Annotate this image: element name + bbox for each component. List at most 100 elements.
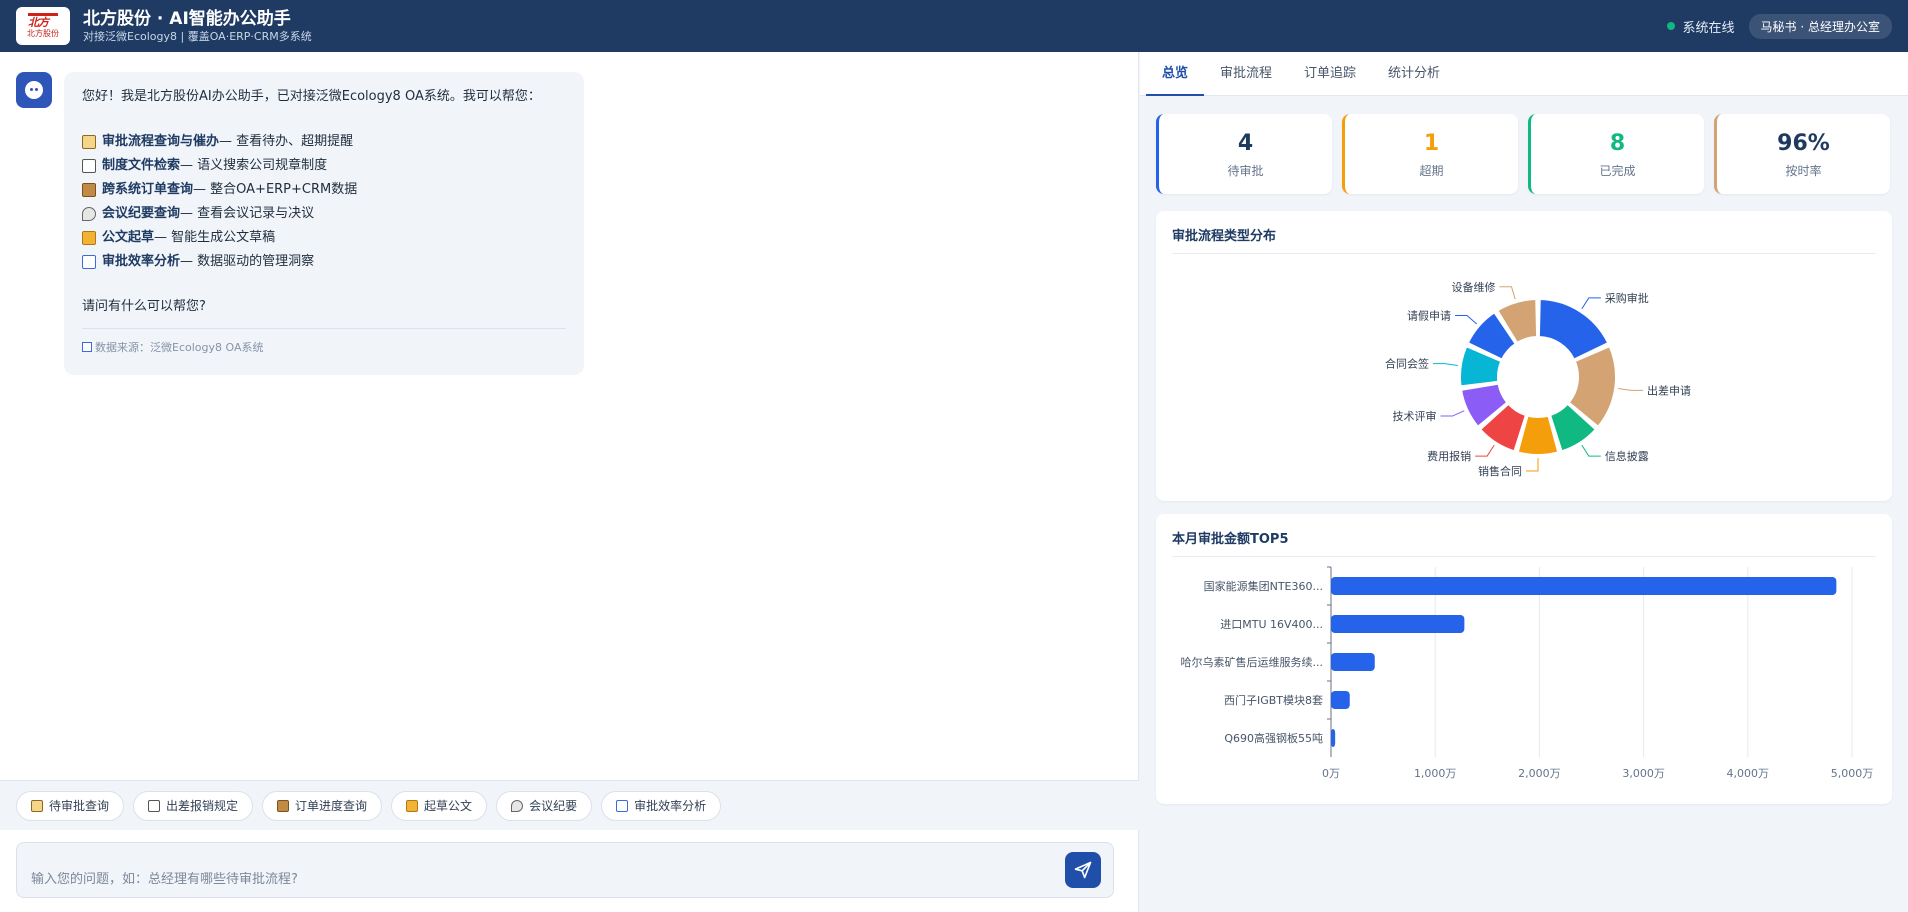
robot-icon — [25, 81, 43, 99]
feature-item: 制度文件检索 — 语义搜索公司规章制度 — [82, 154, 566, 178]
feature-item: 审批流程查询与催办 — 查看待办、超期提醒 — [82, 130, 566, 154]
app-subtitle: 对接泛微Ecology8 | 覆盖OA·ERP·CRM多系统 — [83, 30, 312, 43]
donut-label-line — [1499, 286, 1516, 300]
package-icon — [277, 799, 290, 812]
y-category-label: 西门子IGBT模块8套 — [1224, 693, 1323, 707]
donut-slice-label: 合同会签 — [1385, 357, 1429, 371]
stat-value: 96% — [1777, 130, 1830, 156]
chat-input[interactable] — [31, 871, 1065, 887]
quick-action-button[interactable]: 待审批查询 — [16, 790, 125, 821]
quick-actions-bar: 待审批查询 出差报销规定 订单进度查询 起草公文 会议纪要 审批效率分析 — [0, 780, 1139, 830]
donut-label-line — [1454, 314, 1478, 325]
x-tick-label: 2,000万 — [1518, 767, 1561, 780]
donut-slice-label: 信息披露 — [1605, 449, 1649, 463]
quick-action-label: 审批效率分析 — [634, 799, 707, 813]
feature-desc: — 整合OA+ERP+CRM数据 — [193, 182, 358, 197]
dashboard-panel: 总览 审批流程 订单追踪 统计分析 4 待审批 1 超期 8 已完成 96% 按时率 审批流程类型分… — [1140, 52, 1908, 912]
donut-label-line — [1475, 444, 1495, 457]
y-category-label: 哈尔乌素矿售后运维服务续... — [1181, 655, 1324, 669]
quick-action-label: 会议纪要 — [529, 799, 578, 813]
feature-title: 会议纪要查询 — [102, 206, 181, 221]
donut-chart-title: 审批流程类型分布 — [1172, 211, 1876, 254]
status-dot-icon — [1666, 22, 1675, 30]
tab-item[interactable]: 统计分析 — [1372, 52, 1456, 96]
chat-area: 您好！我是北方股份AI办公助手，已对接泛微Ecology8 OA系统。我可以帮您… — [0, 52, 1139, 912]
bar[interactable] — [1331, 653, 1375, 671]
feature-item: 会议纪要查询 — 查看会议记录与决议 — [82, 202, 566, 226]
quick-action-button[interactable]: 订单进度查询 — [262, 790, 383, 821]
clipboard-icon — [31, 799, 43, 812]
x-tick-label: 0万 — [1322, 767, 1340, 780]
feature-title: 审批效率分析 — [102, 254, 181, 269]
x-tick-label: 3,000万 — [1622, 767, 1665, 780]
quick-action-label: 待审批查询 — [49, 799, 110, 813]
donut-slice-label: 费用报销 — [1427, 449, 1471, 463]
package-icon — [82, 183, 96, 197]
bot-avatar — [16, 72, 52, 108]
feature-title: 审批流程查询与催办 — [102, 134, 220, 149]
stat-label: 超期 — [1419, 163, 1444, 178]
donut-slice-label: 出差申请 — [1647, 383, 1691, 397]
chat-input-box — [16, 842, 1114, 898]
quick-action-button[interactable]: 出差报销规定 — [133, 790, 254, 821]
send-icon — [1074, 861, 1092, 879]
tab-item[interactable]: 审批流程 — [1204, 52, 1288, 96]
donut-chart: 采购审批出差申请信息披露销售合同费用报销 技术评审 合同会签 请假申请设备维修 — [1385, 280, 1691, 478]
bar-chart-icon — [82, 342, 92, 352]
feature-list: 审批流程查询与催办 — 查看待办、超期提醒 制度文件检索 — 语义搜索公司规章制度… — [82, 130, 566, 274]
top5-amount-card: 本月审批金额TOP5 0万 1,000万 2,000万 3,000万 4,000万 5,0… — [1156, 514, 1892, 804]
donut-label-line — [1440, 410, 1465, 417]
bar[interactable] — [1331, 615, 1465, 633]
pen-icon — [406, 799, 419, 812]
user-badge[interactable]: 马秘书 · 总经理办公室 — [1748, 13, 1892, 39]
data-source: 数据来源：泛微Ecology8 OA系统 — [82, 328, 566, 355]
stat-label: 待审批 — [1227, 163, 1264, 178]
stat-value: 4 — [1237, 130, 1254, 156]
quick-action-button[interactable]: 审批效率分析 — [601, 790, 722, 821]
bar[interactable] — [1331, 729, 1336, 747]
pushpin-icon — [82, 207, 96, 221]
tab-item[interactable]: 总览 — [1146, 52, 1205, 96]
y-category-label: 国家能源集团NTE360... — [1204, 579, 1323, 593]
pushpin-icon — [511, 799, 524, 812]
quick-action-button[interactable]: 起草公文 — [391, 790, 488, 821]
feature-item: 公文起草 — 智能生成公文草稿 — [82, 226, 566, 250]
donut-slice-label: 采购审批 — [1605, 291, 1649, 305]
status-text: 系统在线 — [1682, 20, 1735, 36]
feature-desc: — 智能生成公文草稿 — [154, 230, 276, 245]
app-header: 北方 北方股份 北方股份 · AI智能办公助手 对接泛微Ecology8 | 覆… — [0, 0, 1908, 52]
y-category-label: 进口MTU 16V400... — [1220, 618, 1323, 631]
header-right: 系统在线 马秘书 · 总经理办公室 — [1666, 13, 1892, 39]
bar[interactable] — [1331, 691, 1350, 709]
bar-chart-title: 本月审批金额TOP5 — [1172, 514, 1876, 557]
feature-title: 制度文件检索 — [102, 158, 181, 173]
quick-action-button[interactable]: 会议纪要 — [496, 790, 593, 821]
logo-mark: 北方 — [28, 13, 58, 29]
bar[interactable] — [1331, 577, 1837, 595]
bar-chart-icon — [616, 799, 629, 812]
stat-value: 8 — [1609, 130, 1626, 156]
document-icon — [148, 799, 161, 812]
greeting-text: 您好！我是北方股份AI办公助手，已对接泛微Ecology8 OA系统。我可以帮您… — [82, 89, 541, 104]
feature-desc: — 查看待办、超期提醒 — [219, 134, 354, 149]
type-distribution-card: 审批流程类型分布 采购审批 出差申请 信息披露 销售合同 费用报销 技术评审 合同会签 请假申… — [1156, 211, 1892, 501]
app-title: 北方股份 · AI智能办公助手 — [83, 9, 291, 29]
donut-slice-label: 请假申请 — [1407, 308, 1451, 322]
tab-item[interactable]: 订单追踪 — [1288, 52, 1372, 96]
x-tick-label: 4,000万 — [1727, 767, 1770, 780]
bar-chart: 0万 1,000万 2,000万 3,000万 4,000万 5,000万 国家能源集团NT… — [1181, 566, 1873, 780]
stat-label: 已完成 — [1599, 163, 1636, 178]
logo-text: 北方股份 — [27, 29, 59, 38]
quick-action-label: 订单进度查询 — [295, 799, 368, 813]
data-source-text: 数据来源：泛微Ecology8 OA系统 — [95, 341, 264, 354]
stat-card: 4 待审批 — [1156, 114, 1332, 194]
donut-slice-label: 销售合同 — [1478, 464, 1522, 478]
feature-desc: — 语义搜索公司规章制度 — [180, 158, 328, 173]
bot-message — [16, 72, 52, 108]
feature-title: 跨系统订单查询 — [102, 182, 194, 197]
stat-card: 8 已完成 — [1528, 114, 1704, 194]
dashboard-tabs: 总览 审批流程 订单追踪 统计分析 — [1140, 52, 1908, 96]
feature-item: 跨系统订单查询 — 整合OA+ERP+CRM数据 — [82, 178, 566, 202]
feature-desc: — 查看会议记录与决议 — [180, 206, 315, 221]
send-button[interactable] — [1065, 852, 1101, 888]
